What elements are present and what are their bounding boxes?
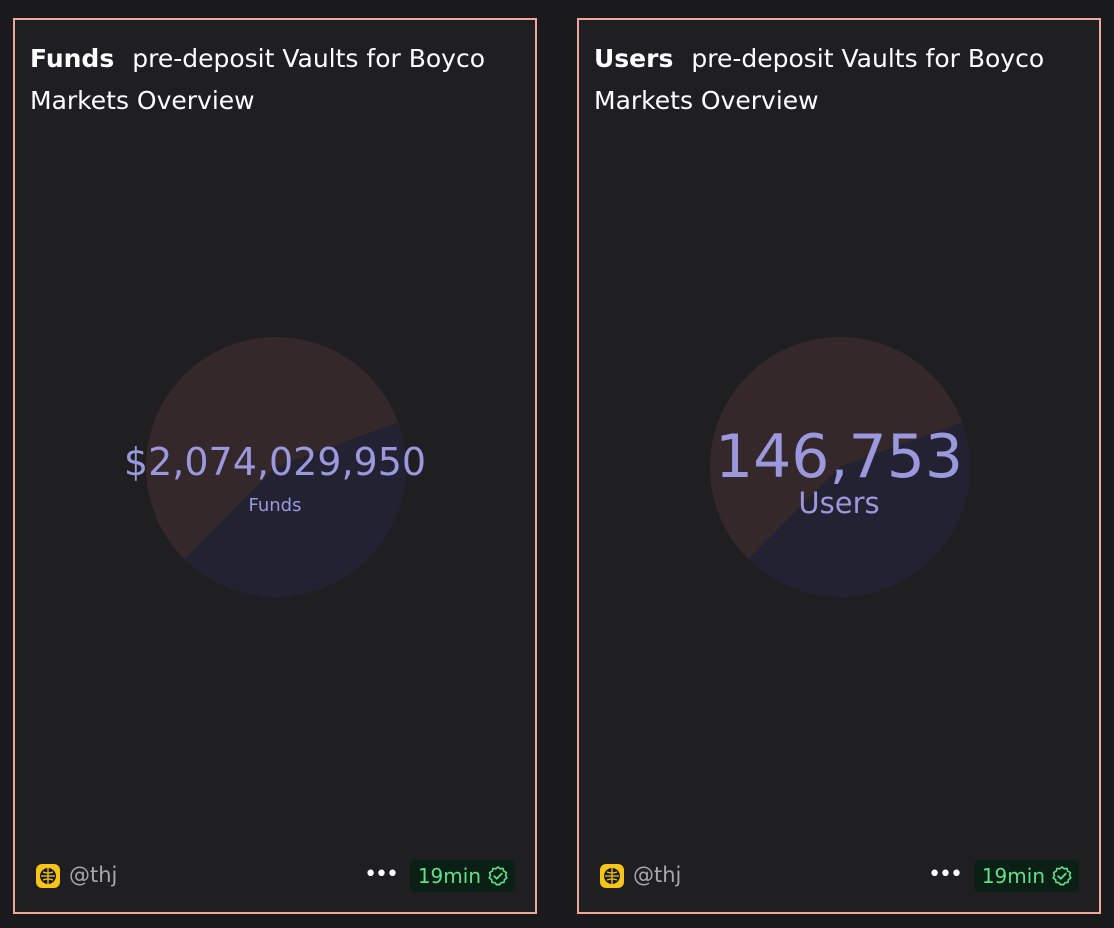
updated-time: 19min (417, 864, 481, 888)
verified-check-icon (487, 865, 509, 887)
funds-value: $2,074,029,950 (123, 440, 427, 484)
author-handle[interactable]: @thj (69, 863, 117, 887)
funds-label: Funds (248, 495, 302, 516)
verified-check-icon (1051, 865, 1073, 887)
users-label: Users (798, 486, 880, 520)
card-footer: @thj ••• 19min (598, 860, 1079, 892)
funds-card: Funds pre-deposit Vaults for Boyco Market… (13, 18, 537, 914)
avatar[interactable] (600, 864, 624, 888)
author-handle[interactable]: @thj (633, 863, 681, 887)
more-options-button[interactable]: ••• (928, 862, 963, 887)
updated-time-badge[interactable]: 19min (973, 860, 1079, 892)
more-options-button[interactable]: ••• (364, 862, 399, 887)
card-title-strong: Funds (30, 44, 115, 73)
updated-time: 19min (981, 864, 1045, 888)
card-title: Funds pre-deposit Vaults for Boyco Market… (30, 38, 520, 122)
card-footer: @thj ••• 19min (34, 860, 515, 892)
users-card: Users pre-deposit Vaults for Boyco Market… (577, 18, 1101, 914)
card-title-strong: Users (594, 44, 674, 73)
avatar[interactable] (36, 864, 60, 888)
card-title: Users pre-deposit Vaults for Boyco Market… (594, 38, 1084, 122)
updated-time-badge[interactable]: 19min (409, 860, 515, 892)
users-value: 146,753 (714, 422, 964, 492)
